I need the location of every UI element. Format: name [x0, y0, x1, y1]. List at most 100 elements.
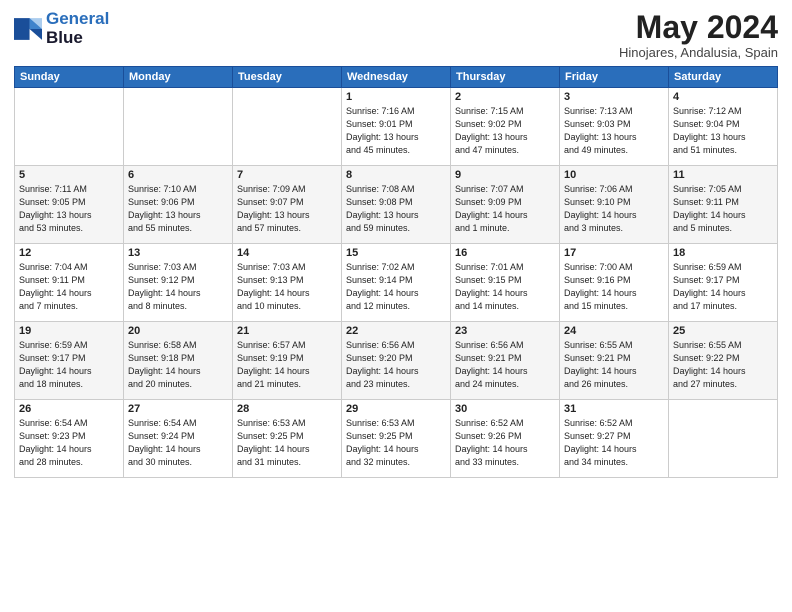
- day-info: Sunrise: 7:03 AM Sunset: 9:13 PM Dayligh…: [237, 261, 337, 313]
- day-info: Sunrise: 7:11 AM Sunset: 9:05 PM Dayligh…: [19, 183, 119, 235]
- month-title: May 2024: [619, 10, 778, 45]
- day-cell: 20 Sunrise: 6:58 AM Sunset: 9:18 PM Dayli…: [124, 322, 233, 400]
- day-info: Sunrise: 6:59 AM Sunset: 9:17 PM Dayligh…: [673, 261, 773, 313]
- day-cell: 4Sunrise: 7:12 AM Sunset: 9:04 PM Daylig…: [669, 88, 778, 166]
- day-info: Sunrise: 6:59 AM Sunset: 9:17 PM Dayligh…: [19, 339, 119, 391]
- day-cell: 22 Sunrise: 6:56 AM Sunset: 9:20 PM Dayli…: [342, 322, 451, 400]
- day-cell: 16Sunrise: 7:01 AM Sunset: 9:15 PM Dayli…: [451, 244, 560, 322]
- day-cell: 15Sunrise: 7:02 AM Sunset: 9:14 PM Dayli…: [342, 244, 451, 322]
- day-info: Sunrise: 6:54 AM Sunset: 9:24 PM Dayligh…: [128, 417, 228, 469]
- day-number: 23: [455, 325, 555, 337]
- week-row-3: 12Sunrise: 7:04 AM Sunset: 9:11 PM Dayli…: [15, 244, 778, 322]
- calendar-page: General Blue May 2024 Hinojares, Andalus…: [0, 0, 792, 612]
- day-info: Sunrise: 6:53 AM Sunset: 9:25 PM Dayligh…: [346, 417, 446, 469]
- day-cell: [233, 88, 342, 166]
- day-cell: 6 Sunrise: 7:10 AM Sunset: 9:06 PM Daylig…: [124, 166, 233, 244]
- day-number: 26: [19, 403, 119, 415]
- header-row: SundayMondayTuesdayWednesdayThursdayFrid…: [15, 67, 778, 88]
- day-cell: 18 Sunrise: 6:59 AM Sunset: 9:17 PM Dayli…: [669, 244, 778, 322]
- day-info: Sunrise: 6:52 AM Sunset: 9:26 PM Dayligh…: [455, 417, 555, 469]
- day-number: 13: [128, 247, 228, 259]
- day-header-saturday: Saturday: [669, 67, 778, 88]
- day-info: Sunrise: 7:13 AM Sunset: 9:03 PM Dayligh…: [564, 105, 664, 157]
- day-info: Sunrise: 6:54 AM Sunset: 9:23 PM Dayligh…: [19, 417, 119, 469]
- calendar-body: 1Sunrise: 7:16 AM Sunset: 9:01 PM Daylig…: [15, 88, 778, 478]
- day-number: 7: [237, 169, 337, 181]
- day-header-tuesday: Tuesday: [233, 67, 342, 88]
- day-info: Sunrise: 7:05 AM Sunset: 9:11 PM Dayligh…: [673, 183, 773, 235]
- day-cell: 31Sunrise: 6:52 AM Sunset: 9:27 PM Dayli…: [560, 400, 669, 478]
- day-cell: 29Sunrise: 6:53 AM Sunset: 9:25 PM Dayli…: [342, 400, 451, 478]
- day-cell: 19 Sunrise: 6:59 AM Sunset: 9:17 PM Dayli…: [15, 322, 124, 400]
- day-cell: 5 Sunrise: 7:11 AM Sunset: 9:05 PM Daylig…: [15, 166, 124, 244]
- day-cell: 30Sunrise: 6:52 AM Sunset: 9:26 PM Dayli…: [451, 400, 560, 478]
- day-cell: 8 Sunrise: 7:08 AM Sunset: 9:08 PM Daylig…: [342, 166, 451, 244]
- day-cell: 7 Sunrise: 7:09 AM Sunset: 9:07 PM Daylig…: [233, 166, 342, 244]
- day-info: Sunrise: 7:16 AM Sunset: 9:01 PM Dayligh…: [346, 105, 446, 157]
- day-number: 18: [673, 247, 773, 259]
- day-number: 4: [673, 91, 773, 103]
- day-number: 28: [237, 403, 337, 415]
- day-info: Sunrise: 6:55 AM Sunset: 9:21 PM Dayligh…: [564, 339, 664, 391]
- day-cell: 17 Sunrise: 7:00 AM Sunset: 9:16 PM Dayli…: [560, 244, 669, 322]
- logo: General Blue: [14, 10, 109, 47]
- day-number: 9: [455, 169, 555, 181]
- day-header-friday: Friday: [560, 67, 669, 88]
- day-number: 17: [564, 247, 664, 259]
- day-cell: 13 Sunrise: 7:03 AM Sunset: 9:12 PM Dayli…: [124, 244, 233, 322]
- day-number: 20: [128, 325, 228, 337]
- day-info: Sunrise: 7:10 AM Sunset: 9:06 PM Dayligh…: [128, 183, 228, 235]
- logo-general: General: [46, 9, 109, 28]
- day-number: 6: [128, 169, 228, 181]
- day-info: Sunrise: 6:57 AM Sunset: 9:19 PM Dayligh…: [237, 339, 337, 391]
- day-header-monday: Monday: [124, 67, 233, 88]
- day-number: 24: [564, 325, 664, 337]
- day-number: 10: [564, 169, 664, 181]
- day-info: Sunrise: 6:55 AM Sunset: 9:22 PM Dayligh…: [673, 339, 773, 391]
- day-cell: [124, 88, 233, 166]
- day-cell: 2 Sunrise: 7:15 AM Sunset: 9:02 PM Daylig…: [451, 88, 560, 166]
- day-number: 8: [346, 169, 446, 181]
- header: General Blue May 2024 Hinojares, Andalus…: [14, 10, 778, 60]
- week-row-5: 26 Sunrise: 6:54 AM Sunset: 9:23 PM Dayli…: [15, 400, 778, 478]
- day-info: Sunrise: 6:56 AM Sunset: 9:20 PM Dayligh…: [346, 339, 446, 391]
- day-header-wednesday: Wednesday: [342, 67, 451, 88]
- day-cell: 14 Sunrise: 7:03 AM Sunset: 9:13 PM Dayli…: [233, 244, 342, 322]
- day-cell: 27 Sunrise: 6:54 AM Sunset: 9:24 PM Dayli…: [124, 400, 233, 478]
- day-info: Sunrise: 6:56 AM Sunset: 9:21 PM Dayligh…: [455, 339, 555, 391]
- day-header-sunday: Sunday: [15, 67, 124, 88]
- day-info: Sunrise: 7:06 AM Sunset: 9:10 PM Dayligh…: [564, 183, 664, 235]
- day-cell: 10 Sunrise: 7:06 AM Sunset: 9:10 PM Dayli…: [560, 166, 669, 244]
- day-info: Sunrise: 6:58 AM Sunset: 9:18 PM Dayligh…: [128, 339, 228, 391]
- day-number: 22: [346, 325, 446, 337]
- day-cell: 1Sunrise: 7:16 AM Sunset: 9:01 PM Daylig…: [342, 88, 451, 166]
- day-header-thursday: Thursday: [451, 67, 560, 88]
- day-cell: 11 Sunrise: 7:05 AM Sunset: 9:11 PM Dayli…: [669, 166, 778, 244]
- day-number: 3: [564, 91, 664, 103]
- day-number: 19: [19, 325, 119, 337]
- day-cell: 28Sunrise: 6:53 AM Sunset: 9:25 PM Dayli…: [233, 400, 342, 478]
- day-number: 11: [673, 169, 773, 181]
- day-number: 14: [237, 247, 337, 259]
- day-number: 21: [237, 325, 337, 337]
- day-number: 27: [128, 403, 228, 415]
- week-row-4: 19 Sunrise: 6:59 AM Sunset: 9:17 PM Dayli…: [15, 322, 778, 400]
- day-cell: 12Sunrise: 7:04 AM Sunset: 9:11 PM Dayli…: [15, 244, 124, 322]
- day-info: Sunrise: 7:00 AM Sunset: 9:16 PM Dayligh…: [564, 261, 664, 313]
- day-number: 5: [19, 169, 119, 181]
- day-cell: [15, 88, 124, 166]
- day-info: Sunrise: 7:03 AM Sunset: 9:12 PM Dayligh…: [128, 261, 228, 313]
- title-block: May 2024 Hinojares, Andalusia, Spain: [619, 10, 778, 60]
- logo-text: General Blue: [46, 10, 109, 47]
- calendar-header: SundayMondayTuesdayWednesdayThursdayFrid…: [15, 67, 778, 88]
- day-number: 2: [455, 91, 555, 103]
- logo-icon: [14, 15, 42, 43]
- day-info: Sunrise: 7:15 AM Sunset: 9:02 PM Dayligh…: [455, 105, 555, 157]
- day-cell: 21 Sunrise: 6:57 AM Sunset: 9:19 PM Dayli…: [233, 322, 342, 400]
- day-info: Sunrise: 6:52 AM Sunset: 9:27 PM Dayligh…: [564, 417, 664, 469]
- week-row-2: 5 Sunrise: 7:11 AM Sunset: 9:05 PM Daylig…: [15, 166, 778, 244]
- day-number: 16: [455, 247, 555, 259]
- day-info: Sunrise: 7:08 AM Sunset: 9:08 PM Dayligh…: [346, 183, 446, 235]
- day-info: Sunrise: 7:07 AM Sunset: 9:09 PM Dayligh…: [455, 183, 555, 235]
- day-info: Sunrise: 7:09 AM Sunset: 9:07 PM Dayligh…: [237, 183, 337, 235]
